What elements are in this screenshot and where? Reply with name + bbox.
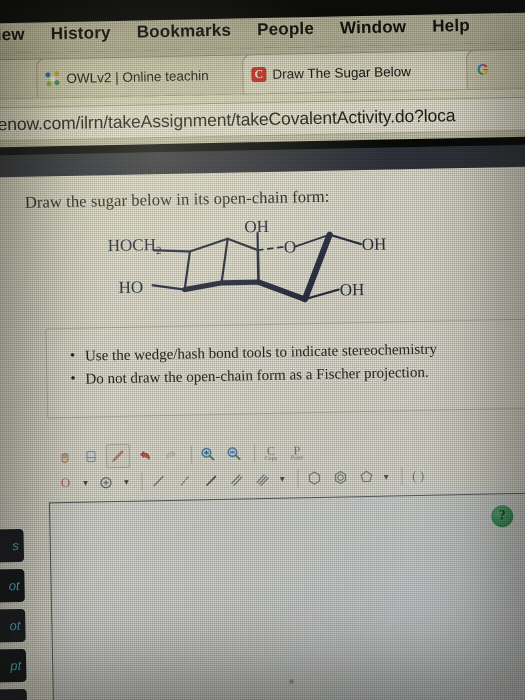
sidebar-item-4[interactable]: pt [0,688,28,700]
label-oh-upper-right: OH [362,235,387,254]
paste-tool-icon[interactable]: P Paste [286,441,308,463]
double-bond-tool-icon[interactable] [225,468,247,490]
toolbar-divider [400,467,403,486]
eraser-tool-icon[interactable] [80,445,102,467]
google-g-favicon: G [476,60,489,79]
tab-title-draw-sugar: Draw The Sugar Below [272,63,412,82]
sidebar-item-2[interactable]: ot [0,608,26,644]
menu-item-people[interactable]: People [257,19,314,40]
zoom-in-tool-icon[interactable] [197,443,219,465]
element-selector-tool[interactable]: O [54,472,76,494]
molecule-drawing-canvas[interactable]: ? [48,492,525,700]
hash-bond-tool-icon[interactable] [173,469,195,491]
tab-title-google [496,68,525,69]
cengage-c-favicon: C [251,66,267,82]
single-bond-tool-icon[interactable] [147,470,169,492]
screen-photo: View History Bookmarks People Window Hel… [0,0,525,700]
menu-item-history[interactable]: History [51,23,111,44]
label-oh-top: OH [244,217,269,236]
label-oh-lower-right: OH [340,280,365,299]
label-ho-left: HO [118,277,143,296]
sidebar-item-3[interactable]: pt [0,648,27,683]
hand-tool-icon[interactable] [54,446,76,468]
browser-tab-google[interactable]: G [465,47,525,89]
tab-title-owlv2: OWLv2 | Online teachin [66,67,209,86]
label-ring-oxygen: O [284,237,297,256]
drawing-toolbar: C Copy P Paste O ▼ ▼ ▼ ▼ () [46,434,525,496]
browser-tab-owlv2[interactable]: OWLv2 | Online teachin × [36,53,265,98]
sugar-structure-image: HOCH2 HO OH O OH OH [107,217,409,333]
charge-tool-icon[interactable] [95,471,117,493]
chevron-down-icon[interactable]: ▼ [382,472,390,481]
tab-title-0: n [0,71,38,87]
canvas-cursor-dot [289,679,294,684]
left-nav-tabs: s ot ot pt pt [0,528,28,700]
page-content: s ot ot pt pt Draw the sugar below in it… [0,166,525,700]
menu-item-help[interactable]: Help [432,16,470,37]
owl-favicon [45,70,61,86]
element-selector-label: O [60,474,71,491]
help-button[interactable]: ? [491,505,514,528]
sidebar-item-0[interactable]: s [0,528,25,564]
wedge-bond-tool-icon[interactable] [199,469,221,491]
undo-tool-icon[interactable] [134,444,156,466]
benzene-ring-tool-icon[interactable] [329,466,351,488]
menu-item-view[interactable]: View [0,25,25,46]
sidebar-item-1[interactable]: ot [0,568,25,604]
bracket-tool-icon[interactable]: ( ) [407,465,429,487]
pencil-tool-icon[interactable] [105,443,131,469]
cyclohexane-ring-tool-icon[interactable] [303,467,325,489]
label-hoch2: HOCH2 [108,235,162,258]
paste-tool-sublabel: Paste [290,454,304,462]
chevron-down-icon[interactable]: ▼ [122,477,130,486]
toolbar-divider [141,472,143,491]
triple-bond-tool-icon[interactable] [251,468,273,490]
menu-item-bookmarks[interactable]: Bookmarks [137,21,232,43]
redo-tool-icon[interactable] [160,444,182,466]
cyclopentane-ring-tool-icon[interactable] [355,466,377,488]
toolbar-divider [253,444,256,463]
address-bar-url: agenow.com/ilrn/takeAssignment/takeCoval… [0,104,456,135]
question-prompt: Draw the sugar below in its open-chain f… [24,186,330,212]
menu-item-window[interactable]: Window [340,17,407,38]
chevron-down-icon[interactable]: ▼ [81,478,89,487]
toolbar-divider [297,469,299,488]
instructions-list: Use the wedge/hash bond tools to indicat… [68,337,525,392]
chevron-down-icon[interactable]: ▼ [278,474,286,483]
browser-tab-draw-sugar[interactable]: C Draw The Sugar Below × [241,49,491,94]
copy-tool-icon[interactable]: C Copy [260,442,282,464]
toolbar-divider [190,445,193,464]
zoom-out-tool-icon[interactable] [223,442,245,464]
copy-tool-sublabel: Copy [264,455,278,462]
bracket-tool-label: ( ) [412,467,425,484]
